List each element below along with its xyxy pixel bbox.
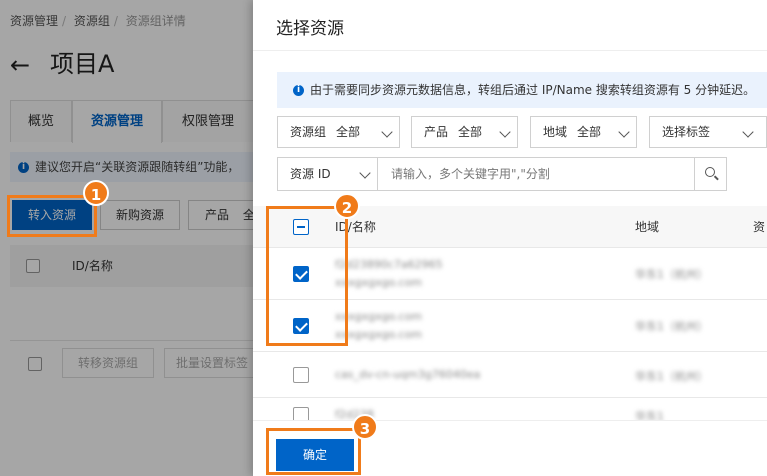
filter-value: 全部: [577, 125, 602, 139]
resource-name: xxxgxgxgo.com: [335, 276, 423, 289]
tag-filter[interactable]: 选择标签: [649, 116, 767, 148]
resource-id: f2d23890c7a62965: [335, 258, 443, 271]
resource-region: 华东1（杭州）: [635, 320, 708, 333]
chevron-down-icon: [742, 126, 754, 138]
chevron-down-icon: [618, 126, 630, 138]
filter-label: 资源组: [290, 125, 327, 139]
search-button[interactable]: [694, 158, 727, 190]
callout-highlight-1: [7, 195, 97, 237]
filter-label: 地域: [543, 125, 568, 139]
divider: [253, 50, 767, 51]
resource-group-filter[interactable]: 资源组 全部: [277, 116, 400, 148]
filter-label: 产品: [424, 125, 449, 139]
sync-delay-notice: i 由于需要同步资源元数据信息，转组后通过 IP/Name 搜索转组资源有 5 分…: [277, 72, 767, 108]
callout-badge-1: 1: [83, 180, 109, 206]
column-region: 地域: [635, 220, 660, 234]
product-filter[interactable]: 产品 全部: [411, 116, 518, 148]
filter-value: 全部: [336, 125, 361, 139]
row-checkbox[interactable]: [293, 367, 309, 383]
search-type-label: 资源 ID: [290, 167, 331, 181]
callout-badge-3: 3: [352, 414, 378, 440]
callout-highlight-3: [266, 428, 361, 475]
search-bar: 资源 ID: [277, 157, 727, 191]
search-input[interactable]: [379, 158, 694, 190]
chevron-down-icon: [381, 126, 393, 138]
filter-value: 全部: [458, 125, 483, 139]
notice-text: 由于需要同步资源元数据信息，转组后通过 IP/Name 搜索转组资源有 5 分钟…: [310, 83, 756, 97]
search-type-select[interactable]: 资源 ID: [278, 158, 378, 190]
resource-region: 华东1（杭州）: [635, 268, 708, 281]
callout-highlight-2: [266, 206, 348, 346]
table-row[interactable]: cas_dv-cn-uqm3g76040ea 华东1（杭州）: [253, 352, 767, 398]
info-icon: i: [293, 85, 304, 96]
region-filter[interactable]: 地域 全部: [530, 116, 637, 148]
resource-region: 华东1（杭州）: [635, 370, 708, 383]
chevron-down-icon: [499, 126, 511, 138]
chevron-down-icon: [359, 167, 371, 179]
modal-overlay[interactable]: [0, 0, 253, 476]
resource-id: cas_dv-cn-uqm3g76040ea: [335, 368, 481, 381]
drawer-title: 选择资源: [276, 19, 344, 39]
resource-id: xxxgxgxgo.com: [335, 310, 423, 323]
callout-badge-2: 2: [334, 193, 360, 219]
filter-label: 选择标签: [662, 125, 711, 139]
column-resource: 资: [753, 220, 766, 234]
resource-name: xxxgxgxgo.com: [335, 328, 423, 341]
